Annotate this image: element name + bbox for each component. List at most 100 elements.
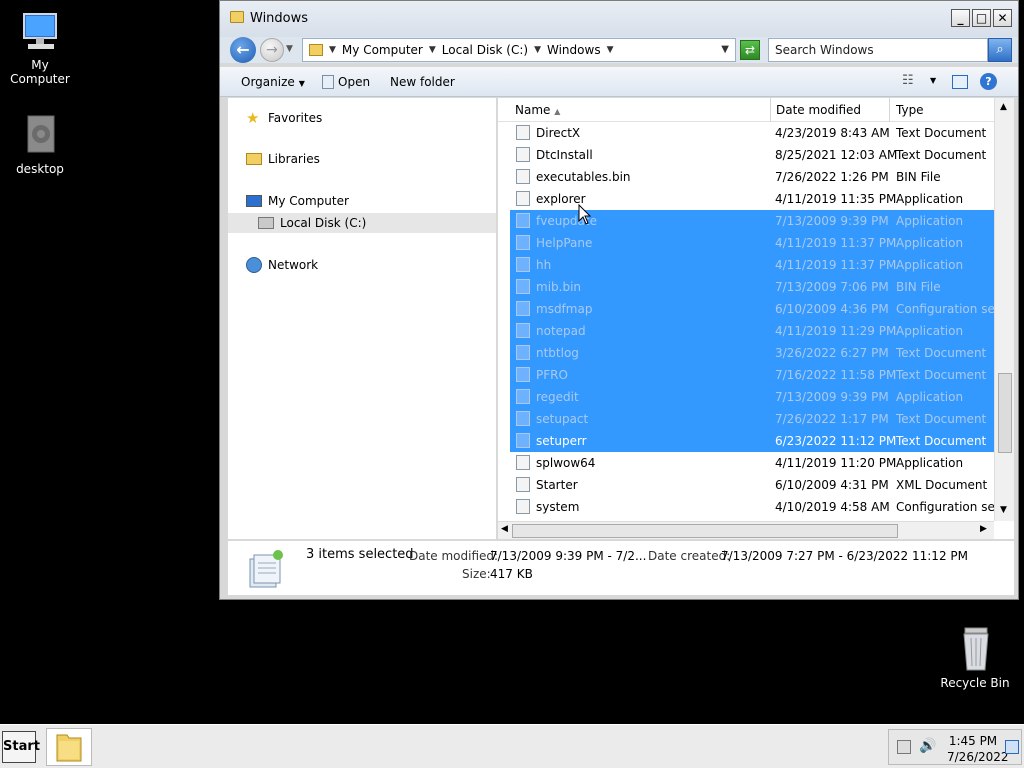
close-button[interactable]: ✕ — [993, 9, 1012, 27]
scroll-thumb[interactable] — [512, 524, 898, 538]
file-row[interactable]: setupact 7/26/2022 1:17 PM Text Document — [510, 408, 994, 430]
search-input[interactable]: Search Windows — [768, 38, 988, 62]
column-header-date[interactable]: Date modified — [776, 103, 861, 117]
file-date: 4/23/2019 8:43 AM — [775, 126, 890, 140]
search-icon[interactable]: ⌕ — [988, 38, 1012, 62]
file-name: Starter — [536, 478, 578, 492]
chevron-down-icon[interactable]: ▼ — [534, 45, 541, 55]
file-icon — [516, 323, 530, 338]
desktop-icon-my-computer[interactable]: My Computer — [0, 8, 80, 86]
file-row[interactable]: HelpPane 4/11/2019 11:37 PM Application — [510, 232, 994, 254]
chevron-down-icon[interactable]: ▼ — [429, 45, 436, 55]
file-date: 7/13/2009 9:39 PM — [775, 390, 889, 404]
breadcrumb-windows[interactable]: Windows — [547, 43, 601, 57]
explorer-window: Windows _ □ ✕ ← → ▼ ▼ My Computer ▼ Loca… — [219, 0, 1019, 600]
file-icon — [516, 477, 530, 492]
column-divider[interactable] — [889, 98, 890, 122]
column-divider[interactable] — [770, 98, 771, 122]
file-type: Text Document — [896, 434, 987, 448]
taskbar: Start 🔊 1:45 PM 7/26/2022 — [0, 724, 1024, 768]
file-date: 3/26/2022 6:27 PM — [775, 346, 889, 360]
file-row[interactable]: splwow64 4/11/2019 11:20 PM Application — [510, 452, 994, 474]
file-row[interactable]: regedit 7/13/2009 9:39 PM Application — [510, 386, 994, 408]
forward-button[interactable]: → — [260, 38, 284, 62]
scroll-right-icon[interactable]: ▶ — [980, 524, 987, 534]
nav-item-network[interactable]: Network — [246, 257, 318, 273]
file-name: system — [536, 500, 580, 514]
chevron-down-icon: ▼ — [298, 79, 305, 88]
chevron-down-icon[interactable]: ▼ — [607, 45, 614, 55]
breadcrumb-my-computer[interactable]: My Computer — [342, 43, 423, 57]
network-tray-icon[interactable] — [897, 740, 911, 754]
chevron-down-icon[interactable]: ▼ — [930, 76, 936, 85]
address-history-dropdown[interactable]: ▼ — [721, 44, 729, 55]
file-row[interactable]: Starter 6/10/2009 4:31 PM XML Document — [510, 474, 994, 496]
maximize-button[interactable]: □ — [972, 9, 991, 27]
file-icon — [516, 279, 530, 294]
file-row[interactable]: DirectX 4/23/2019 8:43 AM Text Document — [510, 122, 994, 144]
column-header-type[interactable]: Type — [896, 103, 924, 117]
nav-item-favorites[interactable]: ★ Favorites — [246, 110, 322, 126]
taskbar-explorer-button[interactable] — [46, 728, 92, 766]
file-row[interactable]: hh 4/11/2019 11:37 PM Application — [510, 254, 994, 276]
file-name: ntbtlog — [536, 346, 579, 360]
scroll-left-icon[interactable]: ◀ — [501, 524, 508, 534]
vertical-scrollbar[interactable]: ▲ ▼ — [994, 98, 1014, 521]
file-row[interactable]: system 4/10/2019 4:58 AM Configuration set… — [510, 496, 994, 518]
column-header-row: Name ▲ Date modified Type — [498, 98, 1014, 122]
new-folder-button[interactable]: New folder — [390, 75, 455, 89]
file-icon — [516, 169, 530, 184]
file-date: 4/10/2019 4:58 AM — [775, 500, 890, 514]
back-button[interactable]: ← — [230, 37, 256, 63]
file-row[interactable]: notepad 4/11/2019 11:29 PM Application — [510, 320, 994, 342]
column-header-name[interactable]: Name ▲ — [515, 103, 560, 117]
clock-date: 7/26/2022 — [947, 750, 1009, 764]
folder-icon — [230, 11, 244, 23]
nav-item-local-disk[interactable]: Local Disk (C:) — [228, 213, 496, 233]
file-row[interactable]: DtcInstall 8/25/2021 12:03 AM Text Documen… — [510, 144, 994, 166]
nav-item-libraries[interactable]: Libraries — [246, 152, 320, 166]
breadcrumb-local-disk[interactable]: Local Disk (C:) — [442, 43, 528, 57]
file-row[interactable]: mib.bin 7/13/2009 7:06 PM BIN File — [510, 276, 994, 298]
minimize-button[interactable]: _ — [951, 9, 970, 27]
view-options-icon[interactable]: ☷ — [902, 73, 914, 88]
mouse-cursor-icon — [578, 204, 592, 225]
size-value: 417 KB — [490, 567, 533, 581]
file-row[interactable]: setuperr 6/23/2022 11:12 PM Text Document — [510, 430, 994, 452]
desktop-icon-desktop[interactable]: desktop — [0, 112, 80, 176]
title-bar[interactable]: Windows _ □ ✕ — [220, 1, 1018, 37]
refresh-button[interactable]: ⇄ — [740, 40, 760, 60]
file-icon — [516, 499, 530, 514]
file-date: 6/23/2022 11:12 PM — [775, 434, 897, 448]
nav-item-my-computer[interactable]: My Computer — [246, 194, 349, 208]
clock[interactable]: 1:45 PM 7/26/2022 — [947, 733, 1009, 765]
file-row[interactable]: PFRO 7/16/2022 11:58 PM Text Document — [510, 364, 994, 386]
preview-pane-icon[interactable] — [952, 75, 968, 89]
file-name: executables.bin — [536, 170, 631, 184]
address-bar[interactable]: ▼ My Computer ▼ Local Disk (C:) ▼ Window… — [302, 38, 736, 62]
recent-pages-dropdown[interactable]: ▼ — [286, 44, 293, 54]
desktop-file-icon — [16, 112, 64, 158]
organize-button[interactable]: Organize ▼ — [241, 75, 305, 89]
volume-icon[interactable]: 🔊 — [919, 738, 936, 754]
file-name: setupact — [536, 412, 589, 426]
file-icon — [516, 125, 530, 140]
desktop-icon-recycle-bin[interactable]: Recycle Bin — [935, 626, 1015, 690]
show-desktop-icon[interactable] — [1005, 740, 1019, 754]
file-row[interactable]: executables.bin 7/26/2022 1:26 PM BIN File — [510, 166, 994, 188]
file-row[interactable]: ntbtlog 3/26/2022 6:27 PM Text Document — [510, 342, 994, 364]
sort-ascending-icon: ▲ — [554, 107, 561, 116]
scroll-up-icon[interactable]: ▲ — [1000, 102, 1007, 112]
help-icon[interactable]: ? — [980, 73, 997, 90]
scroll-down-icon[interactable]: ▼ — [1000, 505, 1007, 515]
file-name: splwow64 — [536, 456, 596, 470]
desktop-icon-label: desktop — [16, 162, 64, 176]
file-type: Application — [896, 456, 964, 470]
scroll-thumb[interactable] — [998, 373, 1012, 453]
chevron-down-icon[interactable]: ▼ — [329, 45, 336, 55]
file-type: XML Document — [896, 478, 988, 492]
open-button[interactable]: Open — [322, 75, 370, 89]
start-button[interactable]: Start — [2, 731, 40, 763]
horizontal-scrollbar[interactable]: ◀ ▶ — [498, 521, 994, 539]
file-row[interactable]: msdfmap 6/10/2009 4:36 PM Configuration se… — [510, 298, 994, 320]
